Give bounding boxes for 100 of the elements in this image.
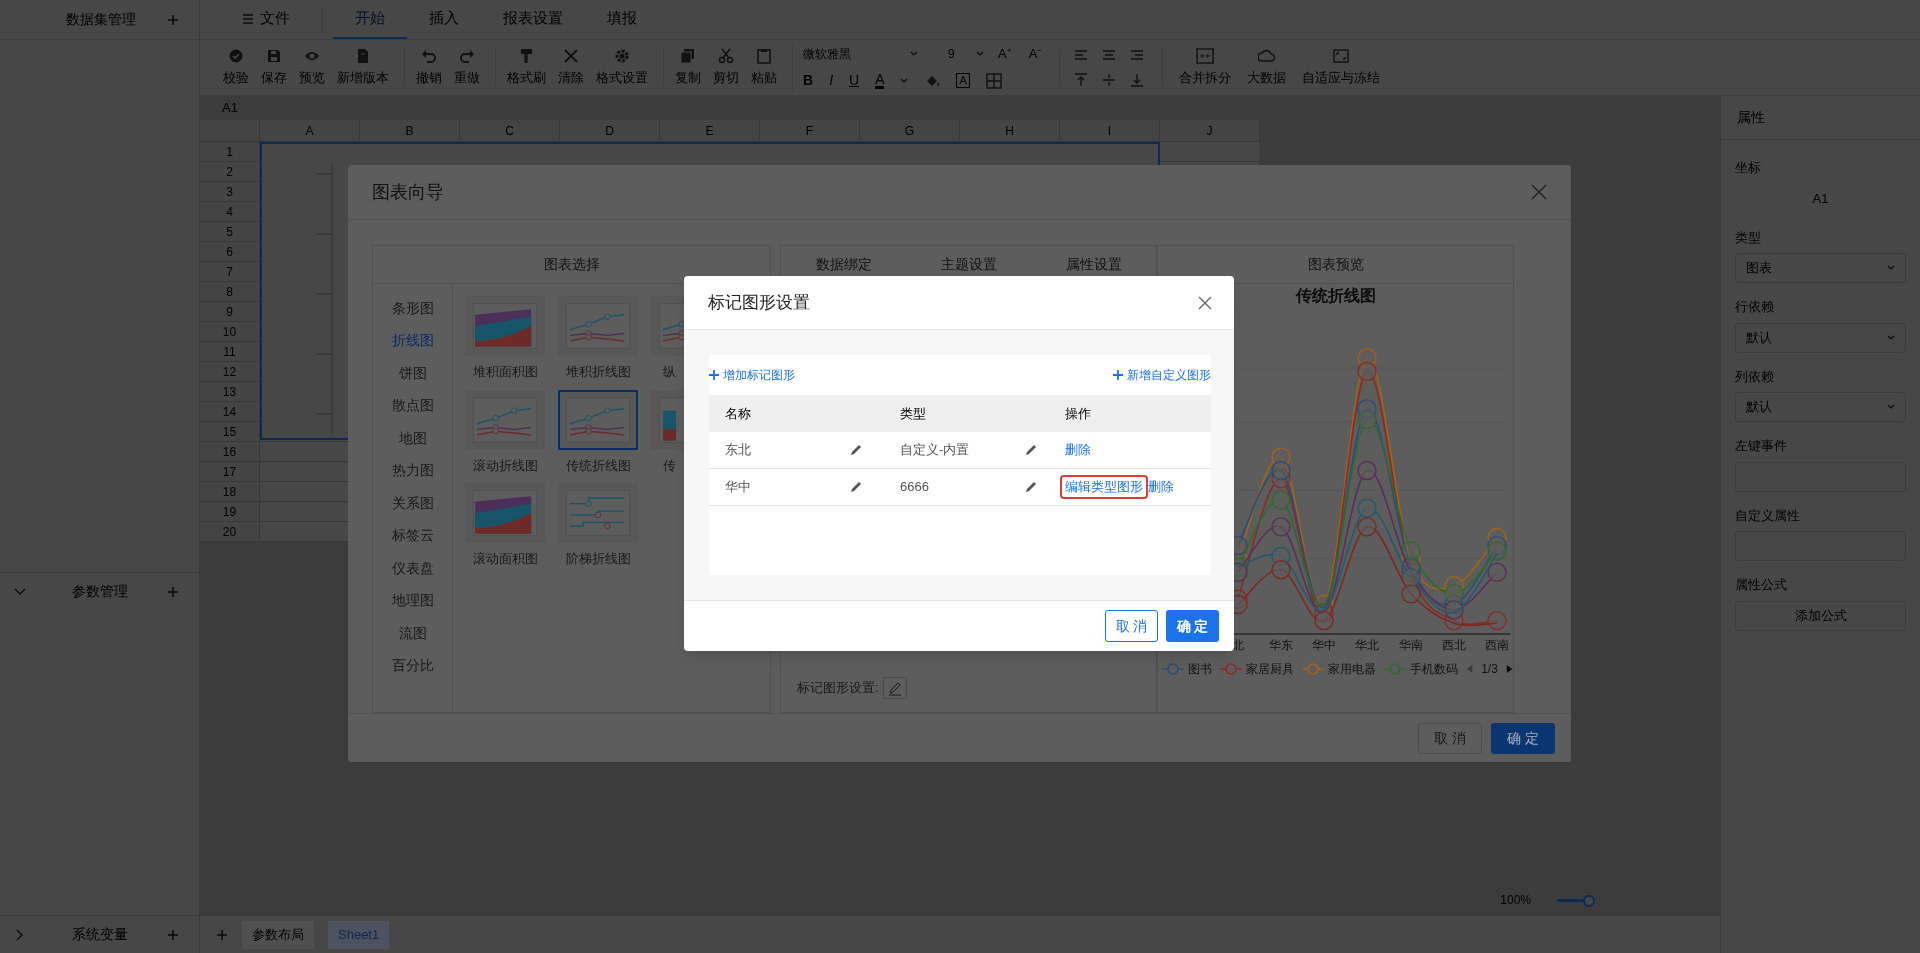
clipboard-icon bbox=[756, 47, 772, 64]
axis-label: 华南 bbox=[1399, 637, 1423, 654]
toolbar-button[interactable]: 格式刷 bbox=[502, 47, 551, 88]
column-header[interactable]: B bbox=[360, 120, 460, 141]
font-shrink-button[interactable]: A⁻ bbox=[1024, 44, 1046, 64]
caret-icon[interactable] bbox=[900, 77, 909, 84]
axis-label: 西北 bbox=[1442, 637, 1466, 654]
confirm-button[interactable]: 确 定 bbox=[1166, 610, 1219, 642]
underline-button[interactable]: U bbox=[849, 70, 860, 91]
toolbar-button[interactable]: 大数据 bbox=[1243, 47, 1291, 88]
select-field[interactable]: 默认 bbox=[1735, 392, 1906, 422]
toolbar-button[interactable]: 重做 bbox=[449, 47, 485, 88]
category-item[interactable]: 散点图 bbox=[391, 389, 434, 422]
plus-icon[interactable] bbox=[167, 13, 179, 26]
column-header[interactable]: D bbox=[560, 120, 660, 141]
action-link[interactable]: 删除 bbox=[1148, 477, 1174, 497]
category-item[interactable]: 热力图 bbox=[391, 454, 434, 487]
toolbar-button[interactable]: 清除 bbox=[553, 47, 589, 88]
dialog-title: 图表向导 bbox=[372, 180, 444, 204]
font-select[interactable]: 微软雅黑 bbox=[803, 44, 918, 64]
cancel-button[interactable]: 取 消 bbox=[1105, 610, 1158, 642]
edit-button[interactable] bbox=[882, 677, 907, 699]
document-icon bbox=[355, 47, 371, 64]
pencil-icon[interactable] bbox=[849, 480, 863, 494]
name-box[interactable]: A1 bbox=[200, 98, 260, 118]
category-item[interactable]: 仪表盘 bbox=[391, 552, 434, 585]
category-item[interactable]: 标签云 bbox=[391, 519, 434, 552]
font-size-select[interactable]: 9 bbox=[948, 44, 984, 64]
toolbar-button[interactable]: 校验 bbox=[218, 47, 254, 88]
toolbar-button[interactable]: 新增版本 bbox=[332, 47, 394, 88]
column-header[interactable]: I bbox=[1060, 120, 1160, 141]
cancel-button[interactable]: 取 消 bbox=[1418, 722, 1482, 754]
cross-icon bbox=[563, 47, 579, 64]
legend-label: 手机数码 bbox=[1410, 661, 1458, 678]
font-grow-button[interactable]: A⁺ bbox=[994, 44, 1015, 64]
category-item[interactable]: 地图 bbox=[398, 422, 427, 455]
category-item[interactable]: 百分比 bbox=[391, 649, 434, 682]
config-tab[interactable]: 数据绑定 bbox=[815, 254, 872, 275]
confirm-button[interactable]: 确 定 bbox=[1491, 722, 1555, 754]
select-field[interactable]: 默认 bbox=[1735, 322, 1906, 353]
close-icon[interactable] bbox=[1531, 184, 1547, 200]
column-header[interactable]: C bbox=[460, 120, 560, 141]
category-item[interactable]: 关系图 bbox=[391, 487, 434, 520]
toolbar-button[interactable]: 撤销 bbox=[411, 47, 447, 88]
column-header[interactable]: H bbox=[960, 120, 1060, 141]
add-custom-shape-link[interactable]: 新增自定义图形 bbox=[1113, 366, 1211, 384]
action-link[interactable]: 编辑类型图形 bbox=[1060, 475, 1148, 499]
plus-icon[interactable] bbox=[167, 928, 179, 941]
font-color-button[interactable]: A bbox=[875, 72, 885, 89]
toolbar-button[interactable]: 剪切 bbox=[708, 47, 744, 88]
column-header[interactable]: G bbox=[860, 120, 960, 141]
column-header[interactable]: A bbox=[260, 120, 360, 141]
category-item[interactable]: 折线图 bbox=[391, 324, 434, 357]
toolbar-button[interactable]: 粘贴 bbox=[746, 47, 782, 88]
toolbar-button[interactable]: 保存 bbox=[256, 47, 292, 88]
borders-icon[interactable] bbox=[985, 72, 1002, 89]
bold-button[interactable]: B bbox=[803, 70, 814, 91]
align-left-icon[interactable] bbox=[1074, 48, 1089, 63]
align-right-icon[interactable] bbox=[1130, 48, 1145, 63]
pencil-icon[interactable] bbox=[1024, 480, 1038, 494]
toolbar-button[interactable]: 合并拆分 bbox=[1175, 47, 1236, 88]
align-middle-icon[interactable] bbox=[1102, 72, 1117, 87]
action-link[interactable]: 删除 bbox=[1065, 440, 1091, 460]
category-item[interactable]: 饼图 bbox=[398, 357, 427, 390]
category-item[interactable]: 流图 bbox=[398, 617, 427, 650]
align-bottom-icon[interactable] bbox=[1130, 72, 1145, 87]
category-item[interactable]: 条形图 bbox=[391, 292, 434, 325]
toolbar-button[interactable]: 预览 bbox=[294, 47, 330, 88]
menu-tab[interactable]: 插入 bbox=[407, 0, 481, 39]
sheet-tab[interactable]: Sheet1 bbox=[328, 920, 390, 949]
column-header[interactable]: E bbox=[660, 120, 760, 141]
legend-label: 家用电器 bbox=[1328, 661, 1376, 678]
config-tab[interactable]: 主题设置 bbox=[940, 254, 997, 275]
boxed-text-button[interactable]: A bbox=[956, 73, 970, 88]
next-icon[interactable] bbox=[1505, 663, 1513, 675]
close-icon[interactable] bbox=[1198, 295, 1212, 310]
column-header[interactable]: F bbox=[760, 120, 860, 141]
config-tab[interactable]: 属性设置 bbox=[1065, 254, 1122, 275]
panel-title: 属性 bbox=[1721, 96, 1920, 140]
plus-icon[interactable] bbox=[216, 928, 228, 941]
category-item[interactable]: 地理图 bbox=[391, 584, 434, 617]
toolbar-button[interactable]: 格式设置 bbox=[591, 47, 653, 88]
menu-tab[interactable]: 报表设置 bbox=[481, 0, 585, 39]
caret-icon bbox=[976, 51, 984, 57]
menu-tab[interactable]: 文件 bbox=[220, 0, 312, 39]
toolbar-button[interactable]: 自适应与冻结 bbox=[1298, 47, 1385, 88]
column-header[interactable]: J bbox=[1160, 120, 1260, 141]
previous-icon[interactable] bbox=[1466, 663, 1474, 675]
align-top-icon[interactable] bbox=[1074, 72, 1089, 87]
plus-icon[interactable] bbox=[167, 585, 179, 598]
axis-label: 华中 bbox=[1312, 637, 1336, 654]
sheet-tab[interactable]: 参数布局 bbox=[242, 920, 314, 949]
toolbar-button[interactable]: 复制 bbox=[670, 47, 706, 88]
add-formula-button[interactable]: 添加公式 bbox=[1735, 600, 1906, 631]
select-field[interactable]: 图表 bbox=[1735, 253, 1906, 283]
add-marker-link[interactable]: 增加标记图形 bbox=[709, 366, 795, 384]
italic-button[interactable]: I bbox=[829, 70, 833, 91]
field-label: 列依赖 bbox=[1735, 367, 1775, 386]
align-center-icon[interactable] bbox=[1102, 48, 1117, 63]
menu-tab[interactable]: 填报 bbox=[585, 0, 659, 39]
